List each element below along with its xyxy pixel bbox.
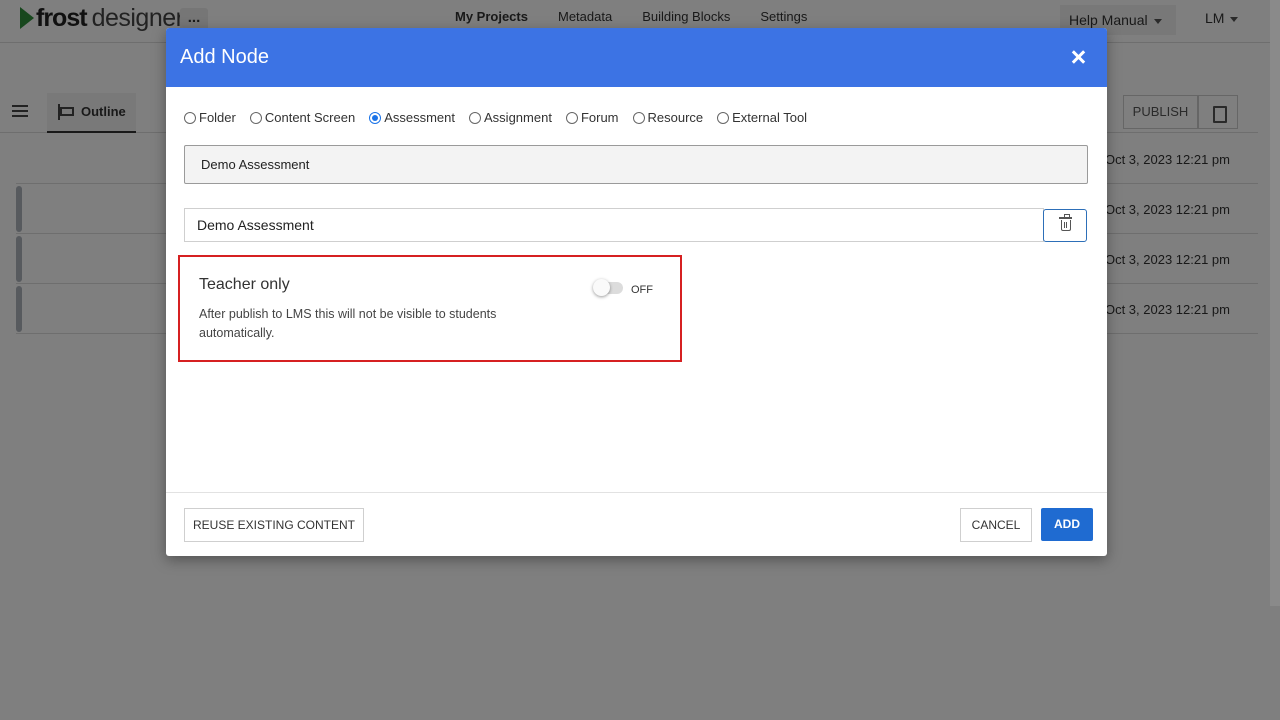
radio-assessment[interactable]: Assessment bbox=[369, 110, 455, 125]
radio-content-screen[interactable]: Content Screen bbox=[249, 110, 356, 125]
node-name-input[interactable] bbox=[184, 208, 1044, 242]
radio-circle[interactable] bbox=[469, 111, 482, 124]
add-node-modal: Add Node Folder Content Screen Assessmen… bbox=[166, 28, 1107, 556]
radio-circle[interactable] bbox=[565, 111, 578, 124]
delete-button[interactable] bbox=[1043, 209, 1087, 242]
radio-label: Folder bbox=[199, 110, 236, 125]
radio-label: Assessment bbox=[384, 110, 456, 125]
reuse-existing-content-button[interactable]: REUSE EXISTING CONTENT bbox=[184, 508, 364, 542]
node-type-radio-group: Folder Content Screen Assessment Assignm… bbox=[184, 110, 821, 125]
page-scrollbar[interactable] bbox=[1270, 0, 1280, 606]
teacher-only-toggle[interactable] bbox=[593, 279, 623, 296]
radio-assignment[interactable]: Assignment bbox=[469, 110, 552, 125]
modal-title: Add Node bbox=[180, 46, 269, 68]
teacher-only-title: Teacher only bbox=[199, 276, 290, 293]
cancel-button[interactable]: CANCEL bbox=[960, 508, 1032, 542]
teacher-only-section: Teacher only After publish to LMS this w… bbox=[178, 255, 682, 362]
radio-external-tool[interactable]: External Tool bbox=[717, 110, 807, 125]
modal-footer: REUSE EXISTING CONTENT CANCEL ADD bbox=[166, 492, 1107, 556]
radio-folder[interactable]: Folder bbox=[184, 110, 236, 125]
node-title-input[interactable] bbox=[184, 145, 1088, 184]
radio-label: Content Screen bbox=[264, 110, 356, 125]
radio-circle-checked[interactable] bbox=[369, 111, 382, 124]
radio-circle[interactable] bbox=[249, 111, 262, 124]
close-icon[interactable] bbox=[1069, 48, 1087, 66]
trash-icon bbox=[1059, 214, 1072, 231]
radio-circle[interactable] bbox=[632, 111, 645, 124]
toggle-knob[interactable] bbox=[593, 279, 610, 296]
radio-resource[interactable]: Resource bbox=[632, 110, 704, 125]
modal-header: Add Node bbox=[166, 28, 1107, 87]
radio-circle[interactable] bbox=[184, 111, 196, 124]
teacher-only-description: After publish to LMS this will not be vi… bbox=[199, 307, 497, 340]
radio-circle[interactable] bbox=[717, 111, 730, 124]
radio-label: Assignment bbox=[484, 110, 552, 125]
radio-label: Forum bbox=[580, 110, 619, 125]
add-button[interactable]: ADD bbox=[1041, 508, 1093, 541]
radio-label: Resource bbox=[647, 110, 704, 125]
radio-forum[interactable]: Forum bbox=[565, 110, 619, 125]
toggle-state-label: OFF bbox=[631, 284, 653, 296]
radio-label: External Tool bbox=[732, 110, 808, 125]
